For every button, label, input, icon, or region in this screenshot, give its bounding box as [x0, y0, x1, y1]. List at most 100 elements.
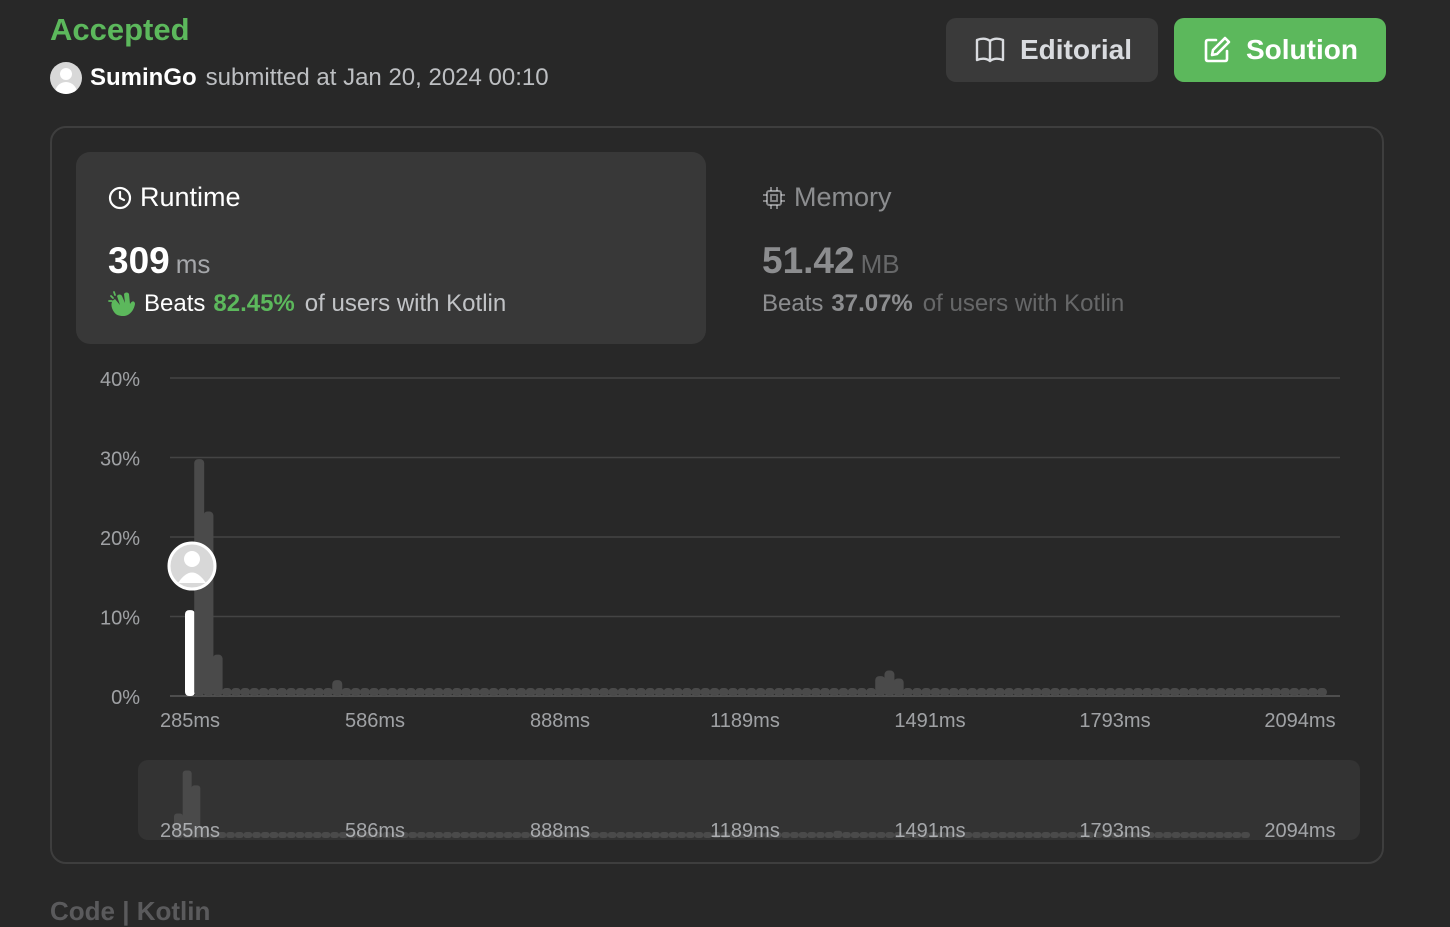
distribution-bar[interactable] — [672, 688, 683, 696]
distribution-bar[interactable] — [893, 678, 904, 696]
distribution-bar[interactable] — [884, 670, 895, 696]
distribution-bar[interactable] — [516, 688, 527, 696]
distribution-bar[interactable] — [1215, 688, 1226, 696]
distribution-bar[interactable] — [1077, 688, 1088, 696]
distribution-bar[interactable] — [1298, 688, 1309, 696]
distribution-bar[interactable] — [875, 676, 886, 696]
distribution-bar[interactable] — [939, 688, 950, 696]
distribution-bar[interactable] — [626, 688, 637, 696]
distribution-bar[interactable] — [387, 688, 398, 696]
distribution-bar[interactable] — [507, 688, 518, 696]
distribution-bar[interactable] — [1270, 688, 1281, 696]
distribution-bar[interactable] — [212, 654, 223, 696]
distribution-bar[interactable] — [1151, 688, 1162, 696]
distribution-bar[interactable] — [396, 688, 407, 696]
distribution-bar[interactable] — [424, 688, 435, 696]
distribution-bar[interactable] — [1307, 688, 1318, 696]
distribution-bar[interactable] — [286, 688, 297, 696]
distribution-bar[interactable] — [764, 688, 775, 696]
distribution-bar[interactable] — [461, 688, 472, 696]
distribution-bar[interactable] — [479, 688, 490, 696]
distribution-bar[interactable] — [534, 688, 545, 696]
distribution-bar[interactable] — [1050, 688, 1061, 696]
distribution-bar[interactable] — [838, 688, 849, 696]
distribution-bar[interactable] — [313, 688, 324, 696]
distribution-bar[interactable] — [1013, 688, 1024, 696]
distribution-bar[interactable] — [617, 688, 628, 696]
distribution-bar[interactable] — [1059, 688, 1070, 696]
distribution-bar[interactable] — [976, 688, 987, 696]
distribution-bar[interactable] — [488, 688, 499, 696]
distribution-bar[interactable] — [1096, 688, 1107, 696]
distribution-bar[interactable] — [1123, 688, 1134, 696]
distribution-bar[interactable] — [958, 688, 969, 696]
distribution-bar[interactable] — [369, 688, 380, 696]
distribution-bar[interactable] — [267, 688, 278, 696]
distribution-bar[interactable] — [635, 688, 646, 696]
distribution-bar[interactable] — [553, 688, 564, 696]
distribution-bar[interactable] — [718, 688, 729, 696]
distribution-bar[interactable] — [1132, 688, 1143, 696]
distribution-bar[interactable] — [525, 688, 536, 696]
distribution-bar[interactable] — [350, 688, 361, 696]
distribution-bar[interactable] — [663, 688, 674, 696]
distribution-bar[interactable] — [820, 688, 831, 696]
distribution-bar[interactable] — [221, 688, 232, 696]
distribution-bar[interactable] — [1004, 688, 1015, 696]
distribution-bar[interactable] — [847, 688, 858, 696]
distribution-bar[interactable] — [1243, 688, 1254, 696]
distribution-bar[interactable] — [801, 688, 812, 696]
distribution-bar[interactable] — [681, 688, 692, 696]
distribution-bar[interactable] — [829, 688, 840, 696]
distribution-bar[interactable] — [1197, 688, 1208, 696]
distribution-bar[interactable] — [645, 688, 656, 696]
distribution-bar[interactable] — [1169, 688, 1180, 696]
distribution-bar[interactable] — [580, 688, 591, 696]
distribution-bar[interactable] — [654, 688, 665, 696]
distribution-bar[interactable] — [1280, 688, 1291, 696]
distribution-bar[interactable] — [948, 688, 959, 696]
distribution-bar[interactable] — [912, 688, 923, 696]
distribution-bar[interactable] — [755, 688, 766, 696]
distribution-bar[interactable] — [866, 688, 877, 696]
distribution-bar[interactable] — [1068, 688, 1079, 696]
distribution-bar[interactable] — [774, 688, 785, 696]
distribution-bar[interactable] — [902, 688, 913, 696]
user-position-marker[interactable] — [167, 541, 217, 591]
distribution-bar[interactable] — [810, 688, 821, 696]
distribution-bar[interactable] — [543, 688, 554, 696]
distribution-bar[interactable] — [341, 688, 352, 696]
distribution-bar[interactable] — [727, 688, 738, 696]
distribution-bar[interactable] — [1317, 688, 1327, 696]
distribution-bar[interactable] — [203, 511, 214, 696]
distribution-bar[interactable] — [258, 688, 269, 696]
distribution-bar[interactable] — [856, 688, 867, 696]
distribution-bar[interactable] — [994, 688, 1005, 696]
distribution-bar[interactable] — [589, 688, 600, 696]
distribution-bar[interactable] — [332, 680, 343, 696]
distribution-bar[interactable] — [1224, 688, 1235, 696]
distribution-bar[interactable] — [792, 688, 803, 696]
distribution-bar[interactable] — [323, 688, 334, 696]
distribution-bar[interactable] — [295, 688, 306, 696]
distribution-bar[interactable] — [562, 688, 573, 696]
distribution-bar[interactable] — [1031, 688, 1042, 696]
distribution-bar[interactable] — [1178, 688, 1189, 696]
distribution-bar[interactable] — [921, 688, 932, 696]
distribution-bar[interactable] — [451, 688, 462, 696]
distribution-bar[interactable] — [967, 688, 978, 696]
distribution-bar[interactable] — [985, 688, 996, 696]
distribution-bar[interactable] — [1206, 688, 1217, 696]
distribution-bar[interactable] — [599, 688, 610, 696]
distribution-bar[interactable] — [304, 688, 315, 696]
distribution-bar[interactable] — [359, 688, 370, 696]
distribution-bar[interactable] — [1160, 688, 1171, 696]
distribution-bar[interactable] — [497, 688, 508, 696]
distribution-bar[interactable] — [783, 688, 794, 696]
distribution-bar[interactable] — [1289, 688, 1300, 696]
distribution-bar[interactable] — [1234, 688, 1245, 696]
distribution-bar[interactable] — [691, 688, 702, 696]
distribution-bar[interactable] — [470, 688, 481, 696]
code-language-tabs[interactable]: Code | Kotlin — [50, 896, 210, 927]
distribution-bar[interactable] — [415, 688, 426, 696]
